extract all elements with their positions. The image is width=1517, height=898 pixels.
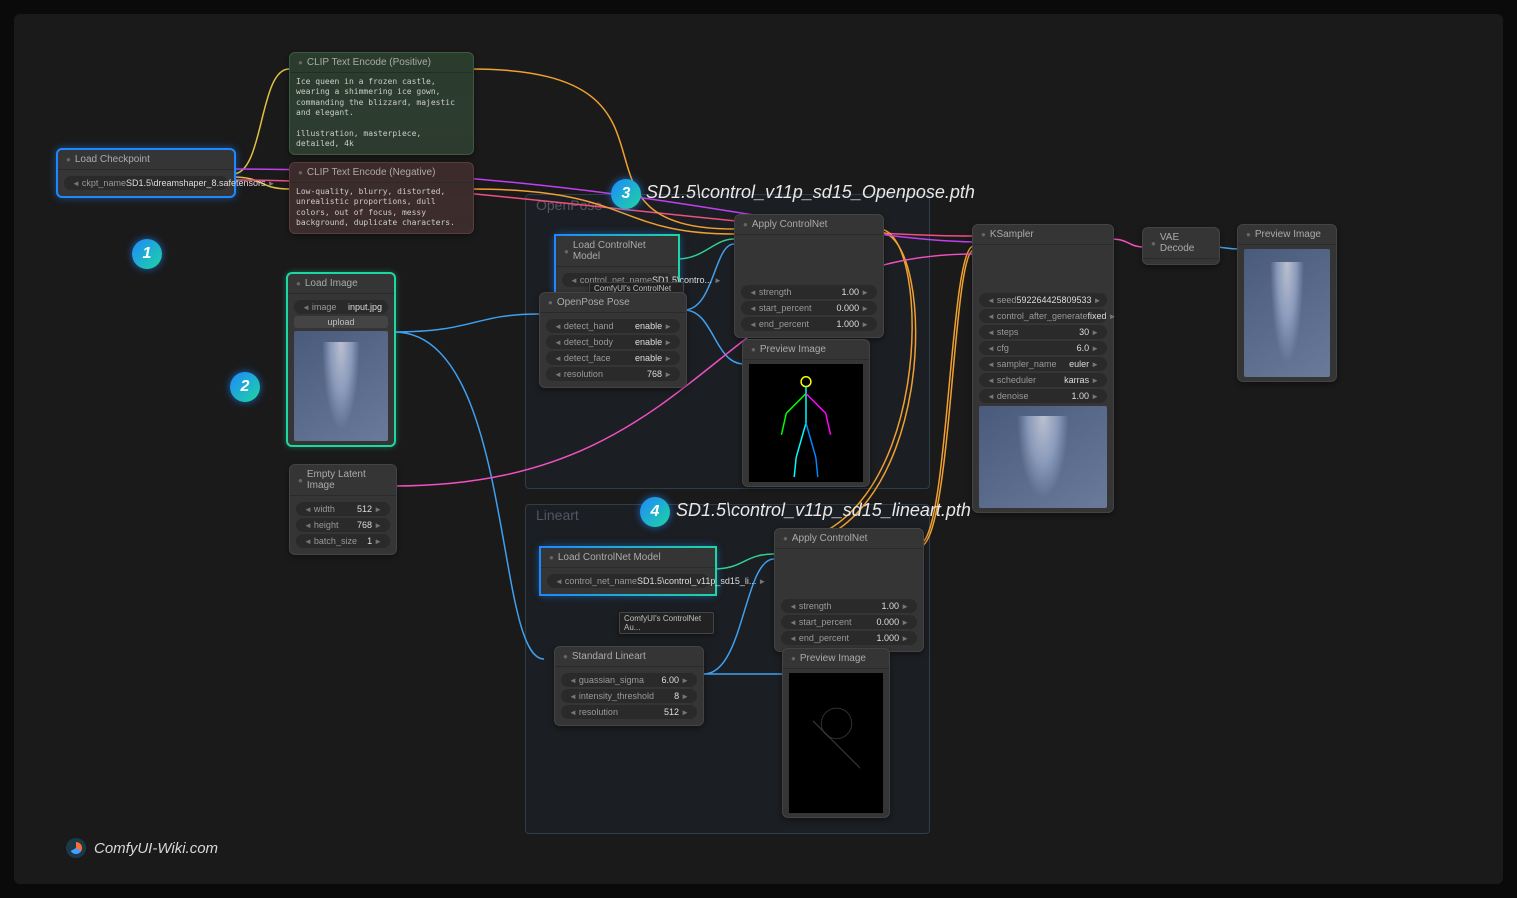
node-title: CLIP Text Encode (Negative) [290, 163, 473, 183]
image-widget[interactable]: ◄imageinput.jpg [294, 300, 388, 314]
cn-name-widget[interactable]: ◄control_net_nameSD1.5\control_v11p_sd15… [547, 574, 709, 588]
preview-pose-node[interactable]: Preview Image [742, 339, 870, 487]
badge-1: 1 [132, 239, 162, 269]
upload-button[interactable]: upload [294, 316, 388, 328]
badge-3: 3 [611, 179, 641, 209]
node-title: Preview Image [743, 340, 869, 360]
node-title: Standard Lineart [555, 647, 703, 667]
annotation-lineart-path: SD1.5\control_v11p_sd15_lineart.pth [676, 500, 971, 521]
node-title: Preview Image [1238, 225, 1336, 245]
vae-decode-node[interactable]: VAE Decode [1142, 227, 1220, 265]
node-graph-canvas[interactable]: OpenPose Lineart Load Checkpoint ◄ckpt_n… [14, 14, 1503, 884]
load-controlnet-lineart-node[interactable]: Load ControlNet Model ◄control_net_nameS… [539, 546, 717, 596]
node-title: CLIP Text Encode (Positive) [290, 53, 473, 73]
node-title: Apply ControlNet [735, 215, 883, 235]
clip-negative-node[interactable]: CLIP Text Encode (Negative) Low-quality,… [289, 162, 474, 234]
node-title: Load ControlNet Model [556, 236, 678, 267]
node-title: Load Checkpoint [58, 150, 234, 170]
load-checkpoint-node[interactable]: Load Checkpoint ◄ckpt_nameSD1.5\dreamsha… [56, 148, 236, 198]
node-title: Load Image [288, 274, 394, 294]
wiki-logo-icon [66, 838, 86, 858]
prompt-text[interactable]: Low-quality, blurry, distorted, unrealis… [296, 187, 467, 229]
height-widget[interactable]: ◄height768► [296, 518, 390, 532]
apply-controlnet-2-node[interactable]: Apply ControlNet ◄strength1.00► ◄start_p… [774, 528, 924, 652]
preview-output-node[interactable]: Preview Image [1237, 224, 1337, 382]
ksampler-preview-image [979, 406, 1107, 508]
badge-2: 2 [230, 372, 260, 402]
lineart-image [789, 673, 883, 813]
node-title: OpenPose Pose [540, 293, 686, 313]
output-image [1244, 249, 1330, 377]
node-title: Load ControlNet Model [541, 548, 715, 568]
pose-skeleton-image [749, 364, 863, 482]
credit: ComfyUI-Wiki.com [66, 838, 218, 858]
credit-text: ComfyUI-Wiki.com [94, 840, 218, 857]
preview-lineart-node[interactable]: Preview Image [782, 648, 890, 818]
input-image-preview [294, 331, 388, 441]
empty-latent-node[interactable]: Empty Latent Image ◄width512► ◄height768… [289, 464, 397, 555]
standard-lineart-node[interactable]: Standard Lineart ◄guassian_sigma6.00► ◄i… [554, 646, 704, 726]
load-image-node[interactable]: Load Image ◄imageinput.jpg upload [286, 272, 396, 447]
width-widget[interactable]: ◄width512► [296, 502, 390, 516]
apply-controlnet-1-node[interactable]: Apply ControlNet ◄strength1.00► ◄start_p… [734, 214, 884, 338]
controlnet-aux-subtitle-2: ComfyUI's ControlNet Au... [619, 612, 714, 634]
node-title: Preview Image [783, 649, 889, 669]
node-title: Apply ControlNet [775, 529, 923, 549]
ckpt-name-widget[interactable]: ◄ckpt_nameSD1.5\dreamshaper_8.safetensor… [64, 176, 228, 190]
ksampler-node[interactable]: KSampler ◄seed592264425809533► ◄control_… [972, 224, 1114, 513]
badge-4: 4 [640, 497, 670, 527]
annotation-openpose-path: SD1.5\control_v11p_sd15_Openpose.pth [646, 182, 975, 203]
node-title: KSampler [973, 225, 1113, 245]
node-title: VAE Decode [1143, 228, 1219, 259]
clip-positive-node[interactable]: CLIP Text Encode (Positive) Ice queen in… [289, 52, 474, 155]
prompt-text[interactable]: Ice queen in a frozen castle, wearing a … [296, 77, 467, 150]
batch-widget[interactable]: ◄batch_size1► [296, 534, 390, 548]
node-title: Empty Latent Image [290, 465, 396, 496]
openpose-pose-node[interactable]: OpenPose Pose ◄detect_handenable► ◄detec… [539, 292, 687, 388]
